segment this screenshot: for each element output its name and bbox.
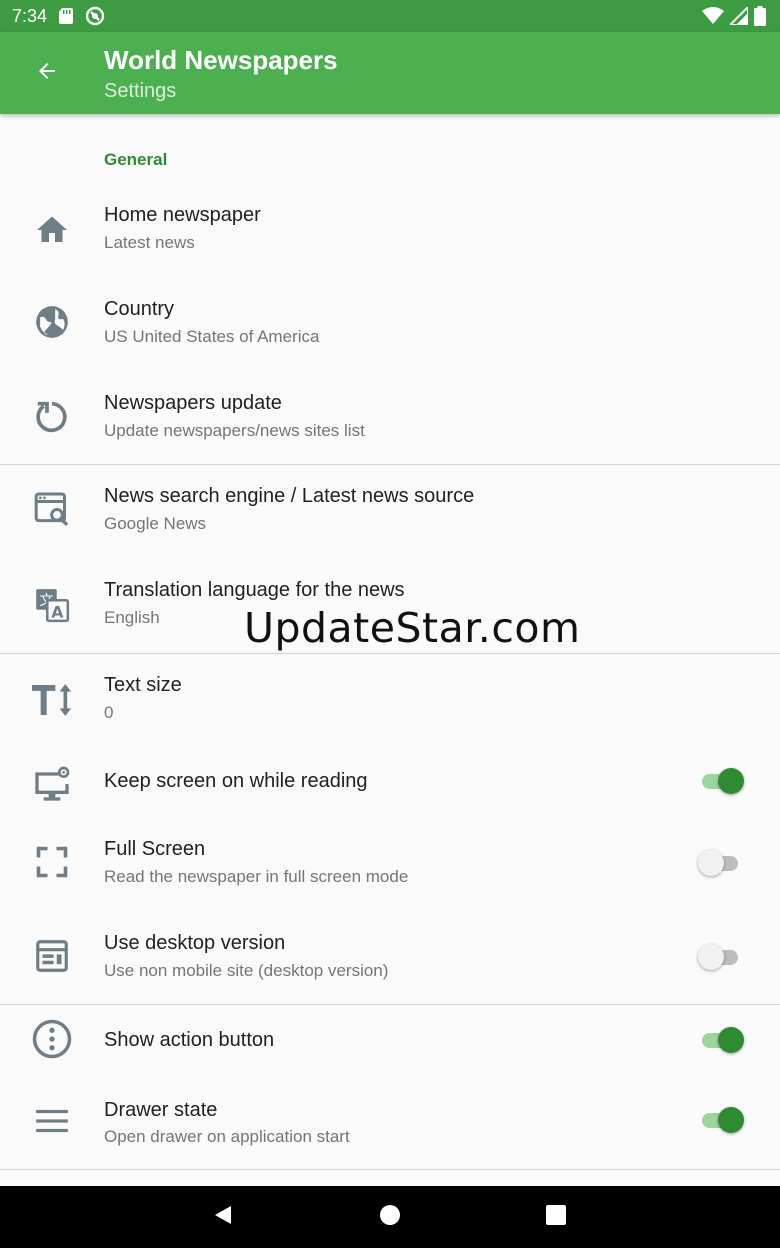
watermark: UpdateStar.com [244,604,581,652]
svg-text:A: A [51,603,64,622]
pref-summary: 0 [104,703,114,722]
recents-square-icon [545,1204,567,1231]
pref-news-search-engine[interactable]: News search engine / Latest news source … [0,465,780,559]
switch-thumb [718,1107,744,1133]
pref-title: Text size [104,674,182,696]
pref-title: Use desktop version [104,932,286,954]
pref-home-newspaper[interactable]: Home newspaper Latest news [0,184,780,278]
pref-title: News search engine / Latest news source [104,485,475,507]
show-action-button-switch[interactable] [698,1025,744,1055]
translate-icon: 文A [28,581,76,629]
pref-summary: Update newspapers/news sites list [104,421,365,440]
text-size-icon [28,676,76,724]
globe-icon [28,298,76,346]
vpn-icon [85,6,105,26]
pref-title: Full Screen [104,838,206,860]
arrow-back-icon [35,59,59,88]
pref-title: Show action button [104,1029,275,1051]
pref-title: Drawer state [104,1099,218,1121]
pref-title: Newspapers update [104,392,282,414]
fullscreen-icon [28,838,76,886]
switch-thumb [698,944,724,970]
pref-summary: Latest news [104,233,195,252]
pref-use-desktop-version[interactable]: Use desktop version Use non mobile site … [0,912,780,1004]
monitor-icon [28,760,76,808]
pref-country[interactable]: Country US United States of America [0,278,780,372]
search-window-icon [28,485,76,533]
pref-newspapers-update[interactable]: Newspapers update Update newspapers/news… [0,372,780,464]
desktop-version-switch[interactable] [698,942,744,972]
pref-show-action-button[interactable]: Show action button [0,1005,780,1075]
navigation-bar [0,1186,780,1248]
switch-thumb [718,1027,744,1053]
pref-full-screen[interactable]: Full Screen Read the newspaper in full s… [0,818,780,912]
pref-title: Home newspaper [104,204,261,226]
sd-card-icon [59,8,74,24]
keep-screen-on-switch[interactable] [698,766,744,796]
nav-recents-button[interactable] [525,1186,587,1248]
pref-summary: English [104,608,160,627]
pref-title: Country [104,298,175,320]
section-header-general: General [104,150,168,169]
nav-back-button[interactable] [192,1186,254,1248]
pref-summary: Use non mobile site (desktop version) [104,961,389,980]
pref-text-size[interactable]: Text size 0 [0,654,780,748]
back-button[interactable] [24,50,70,96]
pref-keep-screen-on[interactable]: Keep screen on while reading [0,748,780,818]
refresh-icon [28,393,76,441]
full-screen-switch[interactable] [698,848,744,878]
more-vert-circle-icon [28,1015,76,1063]
back-triangle-icon [212,1204,234,1231]
home-circle-icon [379,1204,401,1231]
pref-summary: Google News [104,514,207,533]
battery-icon [754,6,766,26]
home-icon [28,206,76,254]
drawer-state-switch[interactable] [698,1105,744,1135]
pref-summary: Open drawer on application start [104,1127,350,1146]
status-bar: 7:34 [0,0,780,32]
divider [0,1169,780,1170]
pref-summary: US United States of America [104,327,320,346]
wifi-icon [702,7,724,25]
status-time: 7:34 [12,5,48,26]
signal-icon [730,7,748,25]
pref-drawer-state[interactable]: Drawer state Open drawer on application … [0,1075,780,1169]
nav-home-button[interactable] [359,1186,421,1248]
pref-title: Keep screen on while reading [104,770,368,792]
app-bar: World Newspapers Settings [0,32,780,114]
web-page-icon [28,932,76,980]
app-title: World Newspapers [104,45,338,75]
pref-title: Translation language for the news [104,579,405,601]
switch-thumb [698,850,724,876]
pref-summary: Read the newspaper in full screen mode [104,867,409,886]
app-subtitle: Settings [104,80,177,102]
menu-icon [28,1097,76,1145]
switch-thumb [718,768,744,794]
